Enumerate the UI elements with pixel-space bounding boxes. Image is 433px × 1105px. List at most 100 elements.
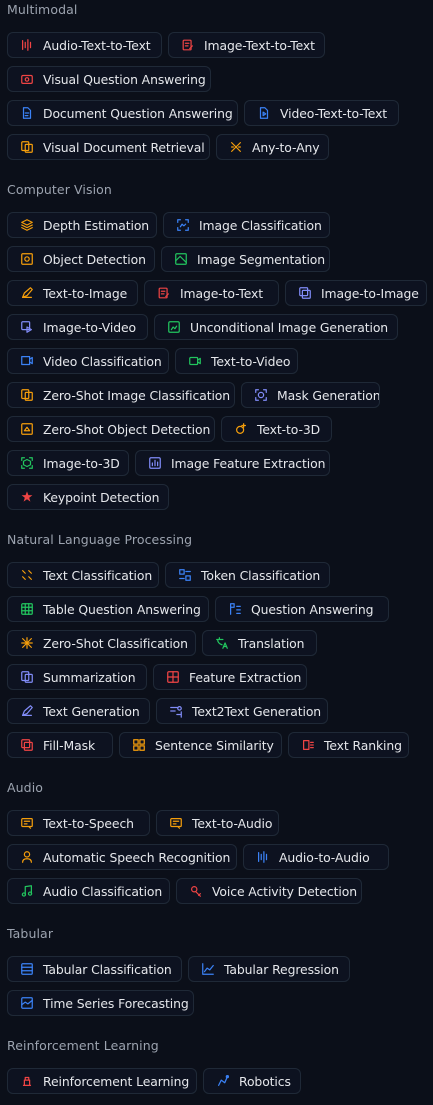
task-chip[interactable]: Translation [202, 630, 317, 656]
task-chip[interactable]: Text-to-Audio [156, 810, 279, 836]
task-icon [19, 883, 35, 899]
task-label: Document Question Answering [43, 105, 233, 121]
task-chip[interactable]: Text-to-Image [7, 280, 138, 306]
robotics-icon [218, 1074, 230, 1086]
task-chip[interactable]: Image-to-Video [7, 314, 148, 340]
task-chip[interactable]: Summarization [7, 664, 147, 690]
task-chip[interactable]: Text Generation [7, 698, 150, 724]
task-label: Image Classification [199, 217, 322, 233]
task-icon [19, 37, 35, 53]
task-label: Text2Text Generation [192, 703, 322, 719]
task-chip[interactable]: Sentence Similarity [119, 732, 282, 758]
task-chip[interactable]: Image-to-Text [144, 280, 279, 306]
task-label: Image-to-3D [43, 455, 120, 471]
task-chip[interactable]: Unconditional Image Generation [154, 314, 398, 340]
depth-icon [21, 219, 33, 231]
task-icon [19, 285, 35, 301]
task-icon [253, 387, 269, 403]
task-chip[interactable]: Image-to-Image [285, 280, 427, 306]
task-chip[interactable]: Image Segmentation [161, 246, 330, 272]
task-chip[interactable]: Text-to-3D [221, 416, 332, 442]
task-chip[interactable]: Tabular Regression [188, 956, 350, 982]
time-series-icon [21, 997, 33, 1009]
task-label: Text Classification [43, 567, 153, 583]
task-chip[interactable]: Token Classification [165, 562, 330, 588]
audio-to-audio-icon [258, 851, 268, 863]
task-chip[interactable]: Audio Classification [7, 878, 170, 904]
task-chip[interactable]: Object Detection [7, 246, 155, 272]
task-icon [187, 353, 203, 369]
task-chip[interactable]: Robotics [203, 1068, 301, 1094]
task-chip[interactable]: Keypoint Detection [7, 484, 169, 510]
task-label: Any-to-Any [252, 139, 320, 155]
task-chip[interactable]: Zero-Shot Object Detection [7, 416, 215, 442]
task-label: Sentence Similarity [155, 737, 274, 753]
task-icon [168, 815, 184, 831]
section-title-2: Natural Language Processing [7, 532, 193, 547]
task-chip[interactable]: Text Classification [7, 562, 159, 588]
task-label: Text-to-Image [43, 285, 128, 301]
task-chip[interactable]: Audio-Text-to-Text [7, 32, 162, 58]
task-icon [173, 251, 189, 267]
task-icon [19, 455, 35, 471]
tabular-regression-icon [202, 963, 214, 975]
task-icon [19, 387, 35, 403]
task-chip[interactable]: Any-to-Any [216, 134, 329, 160]
task-categories-panel: Multimodal Audio-Text-to-Text Image-Text-t… [0, 0, 433, 1105]
task-icon [19, 1073, 35, 1089]
task-icon [233, 421, 249, 437]
task-chip[interactable]: Text-to-Video [175, 348, 298, 374]
task-label: Zero-Shot Object Detection [43, 421, 211, 437]
task-icon [188, 883, 204, 899]
text-ranking-icon [303, 740, 314, 750]
image-class-icon [177, 219, 189, 231]
task-icon [19, 849, 35, 865]
task-chip[interactable]: Document Question Answering [7, 100, 238, 126]
task-chip[interactable]: Image-to-3D [7, 450, 129, 476]
document-qa-icon [22, 107, 32, 119]
translation-icon [216, 637, 228, 649]
task-chip[interactable]: Table Question Answering [7, 596, 209, 622]
task-chip[interactable]: Text Ranking [288, 732, 409, 758]
task-chip[interactable]: Voice Activity Detection [176, 878, 362, 904]
task-chip[interactable]: Tabular Classification [7, 956, 182, 982]
task-chip[interactable]: Audio-to-Audio [243, 844, 389, 870]
text-to-audio-icon [170, 818, 182, 829]
task-chip[interactable]: Visual Document Retrieval [7, 134, 210, 160]
task-chip[interactable]: Visual Question Answering [7, 66, 211, 92]
task-label: Video-Text-to-Text [280, 105, 388, 121]
task-label: Depth Estimation [43, 217, 150, 233]
task-chip[interactable]: Depth Estimation [7, 212, 157, 238]
image-to-image-icon [299, 287, 311, 299]
task-chip[interactable]: Automatic Speech Recognition [7, 844, 237, 870]
task-chip[interactable]: Video Classification [7, 348, 169, 374]
task-label: Mask Generation [277, 387, 380, 403]
task-chip[interactable]: Image Feature Extraction [135, 450, 330, 476]
task-chip[interactable]: Fill-Mask [7, 732, 113, 758]
task-chip[interactable]: Image-Text-to-Text [168, 32, 325, 58]
text-to-video-icon [189, 356, 201, 366]
task-chip[interactable]: Zero-Shot Classification [7, 630, 196, 656]
summarization-icon [21, 671, 33, 683]
task-chip[interactable]: Mask Generation [241, 382, 380, 408]
task-label: Zero-Shot Classification [43, 635, 188, 651]
task-icon [166, 319, 182, 335]
task-chip[interactable]: Question Answering [215, 596, 389, 622]
task-label: Audio-Text-to-Text [43, 37, 151, 53]
sentence-sim-icon [133, 739, 145, 751]
task-chip[interactable]: Zero-Shot Image Classification [7, 382, 235, 408]
task-chip[interactable]: Text-to-Speech [7, 810, 150, 836]
task-chip[interactable]: Time Series Forecasting [7, 990, 194, 1016]
task-icon [19, 489, 35, 505]
task-icon [168, 703, 184, 719]
section-title-3: Audio [7, 780, 44, 795]
task-chip[interactable]: Reinforcement Learning [7, 1068, 197, 1094]
task-chip[interactable]: Text2Text Generation [156, 698, 328, 724]
task-label: Image Segmentation [197, 251, 326, 267]
task-label: Translation [238, 635, 305, 651]
task-chip[interactable]: Video-Text-to-Text [244, 100, 399, 126]
task-chip[interactable]: Feature Extraction [153, 664, 307, 690]
task-label: Image-to-Text [180, 285, 264, 301]
task-chip[interactable]: Image Classification [163, 212, 330, 238]
task-icon [200, 961, 216, 977]
